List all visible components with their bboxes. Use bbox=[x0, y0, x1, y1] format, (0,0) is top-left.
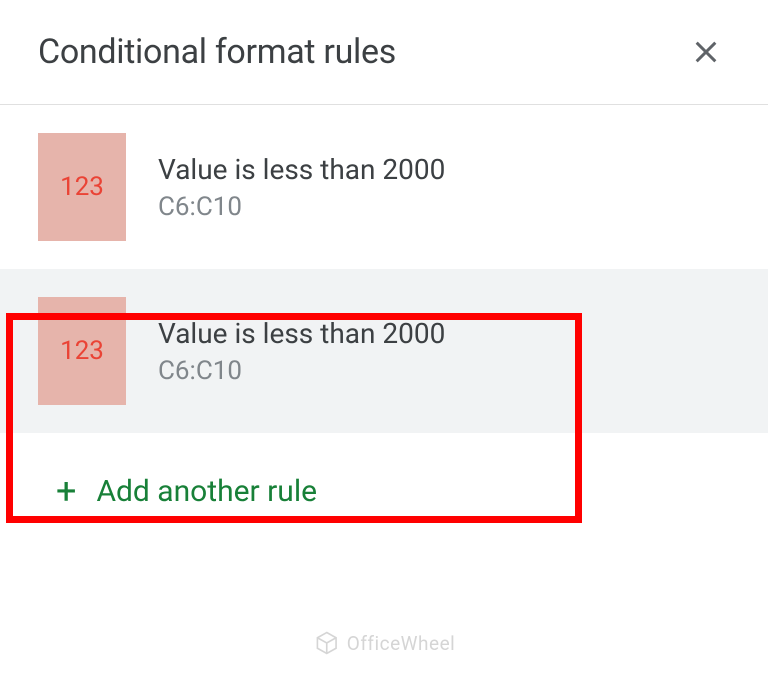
rule-preview-text: 123 bbox=[60, 336, 104, 366]
rule-range: C6:C10 bbox=[158, 356, 445, 386]
close-icon bbox=[690, 36, 722, 68]
rule-range: C6:C10 bbox=[158, 192, 445, 222]
rule-condition: Value is less than 2000 bbox=[158, 153, 445, 186]
watermark-text: OfficeWheel bbox=[347, 632, 456, 655]
panel-header: Conditional format rules bbox=[0, 0, 768, 105]
rule-preview-swatch: 123 bbox=[38, 297, 126, 405]
watermark-icon bbox=[313, 629, 341, 657]
rule-preview-text: 123 bbox=[60, 172, 104, 202]
rules-list: 123 Value is less than 2000 C6:C10 123 V… bbox=[0, 105, 768, 433]
rule-info: Value is less than 2000 C6:C10 bbox=[158, 153, 445, 222]
add-rule-button[interactable]: + Add another rule bbox=[0, 433, 768, 539]
rule-info: Value is less than 2000 C6:C10 bbox=[158, 317, 445, 386]
close-button[interactable] bbox=[682, 28, 730, 76]
plus-icon: + bbox=[56, 473, 76, 509]
rule-item[interactable]: 123 Value is less than 2000 C6:C10 bbox=[0, 269, 768, 433]
conditional-format-panel: Conditional format rules 123 Value is le… bbox=[0, 0, 768, 539]
rule-preview-swatch: 123 bbox=[38, 133, 126, 241]
panel-title: Conditional format rules bbox=[38, 32, 396, 72]
watermark: OfficeWheel bbox=[313, 629, 456, 657]
add-rule-label: Add another rule bbox=[96, 474, 317, 509]
rule-item[interactable]: 123 Value is less than 2000 C6:C10 bbox=[0, 105, 768, 269]
rule-condition: Value is less than 2000 bbox=[158, 317, 445, 350]
